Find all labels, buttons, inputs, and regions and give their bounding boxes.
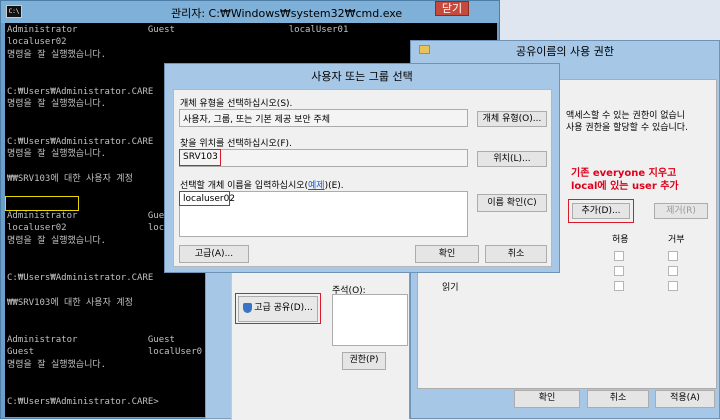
cmd-icon: C:\ bbox=[6, 5, 22, 18]
cmd-line: 명령을 잘 실행했습니다. bbox=[7, 235, 107, 246]
check-names-button[interactable]: 이름 확인(C) bbox=[477, 194, 547, 212]
cmd-title-bar[interactable]: C:\ 관리자: C:₩Windows₩system32₩cmd.exe bbox=[1, 1, 499, 23]
perm-cancel-button[interactable]: 취소 bbox=[587, 390, 649, 408]
location-button[interactable]: 위치(L)... bbox=[477, 151, 547, 167]
cmd-line: C:₩Users₩Administrator.CARE bbox=[7, 273, 154, 283]
cmd-line: C:₩Users₩Administrator.CARE> bbox=[7, 397, 159, 407]
object-names-highlight bbox=[179, 191, 230, 206]
cmd-line: 명령을 잘 실행했습니다. bbox=[7, 49, 107, 60]
select-dialog-title: 사용자 또는 그룹 선택 bbox=[311, 70, 413, 83]
cmd-line: 명령을 잘 실행했습니다. bbox=[7, 149, 107, 159]
allow-change-checkbox[interactable] bbox=[614, 266, 624, 276]
cmd-line: ₩₩SRV103에 대한 사용자 계정 bbox=[7, 297, 133, 308]
cmd-line: Administrator Guest localUser01 bbox=[7, 25, 349, 35]
select-dialog-body: 개체 유형을 선택하십시오(S). 사용자, 그룹, 또는 기본 제공 보안 주… bbox=[173, 89, 552, 267]
deny-read-checkbox[interactable] bbox=[668, 281, 678, 291]
deny-full-checkbox[interactable] bbox=[668, 251, 678, 261]
select-cancel-button[interactable]: 취소 bbox=[485, 245, 547, 263]
deny-header: 거부 bbox=[668, 235, 685, 245]
perm-apply-button[interactable]: 적용(A) bbox=[655, 390, 715, 408]
cmd-line: localuser02 bbox=[7, 37, 67, 48]
object-type-label: 개체 유형을 선택하십시오(S). bbox=[180, 99, 293, 109]
object-type-field: 사용자, 그룹, 또는 기본 제공 보안 주체 bbox=[179, 109, 468, 127]
cmd-line: 명령을 잘 실행했습니다. bbox=[7, 359, 107, 370]
comment-field[interactable] bbox=[332, 294, 408, 346]
cmd-line: C:₩Users₩Administrator.CARE bbox=[7, 87, 154, 97]
allow-header: 허용 bbox=[612, 235, 629, 245]
perm-ok-button[interactable]: 확인 bbox=[514, 390, 580, 408]
cmd-line: 명령을 잘 실행했습니다. bbox=[7, 99, 107, 110]
remove-button[interactable]: 제거(R) bbox=[654, 203, 708, 219]
examples-link[interactable]: 예제 bbox=[308, 181, 325, 191]
cmd-line: ₩₩SRV103에 대한 사용자 계정 bbox=[7, 173, 133, 184]
read-label: 읽기 bbox=[442, 283, 459, 293]
names-label-suffix: )(E). bbox=[324, 181, 344, 191]
cmd-line: Guest localUser0 bbox=[7, 347, 203, 358]
permission-title: 공유이름의 사용 권한 bbox=[515, 45, 615, 58]
deny-change-checkbox[interactable] bbox=[668, 266, 678, 276]
select-users-dialog: 사용자 또는 그룹 선택 개체 유형을 선택하십시오(S). 사용자, 그룹, … bbox=[164, 63, 560, 273]
close-button[interactable]: 닫기 bbox=[435, 1, 469, 16]
location-highlight bbox=[179, 149, 221, 166]
cmd-line: C:₩Users₩Administrator.CARE bbox=[7, 136, 154, 147]
allow-full-checkbox[interactable] bbox=[614, 251, 624, 261]
annotation-line2: local에 있는 user 추가 bbox=[571, 181, 679, 192]
location-field: SRV103 bbox=[179, 149, 468, 167]
permission-button[interactable]: 권한(P) bbox=[342, 352, 386, 370]
cmd-line: localuser02 local bbox=[7, 223, 175, 234]
allow-read-checkbox[interactable] bbox=[614, 281, 624, 291]
select-ok-button[interactable]: 확인 bbox=[415, 245, 479, 263]
cmd-line: Administrator Guest bbox=[7, 211, 175, 221]
names-label: 선택할 개체 이름을 입력하십시오(예제)(E). bbox=[180, 178, 344, 191]
location-label: 찾을 위치를 선택하십시오(F). bbox=[180, 139, 292, 149]
add-button-highlight bbox=[568, 199, 634, 223]
object-type-button[interactable]: 개체 유형(O)... bbox=[477, 111, 547, 127]
names-label-text: 선택할 개체 이름을 입력하십시오( bbox=[180, 181, 309, 191]
localuser02-highlight bbox=[5, 196, 79, 211]
permission-desc-line2: 사용 권한을 할당할 수 있습니다. bbox=[566, 123, 688, 133]
advanced-share-highlight bbox=[235, 293, 321, 324]
advanced-button[interactable]: 고급(A)... bbox=[179, 245, 249, 263]
cmd-line: Administrator Guest bbox=[7, 335, 175, 345]
cmd-title: 관리자: C:₩Windows₩system32₩cmd.exe bbox=[171, 7, 403, 20]
